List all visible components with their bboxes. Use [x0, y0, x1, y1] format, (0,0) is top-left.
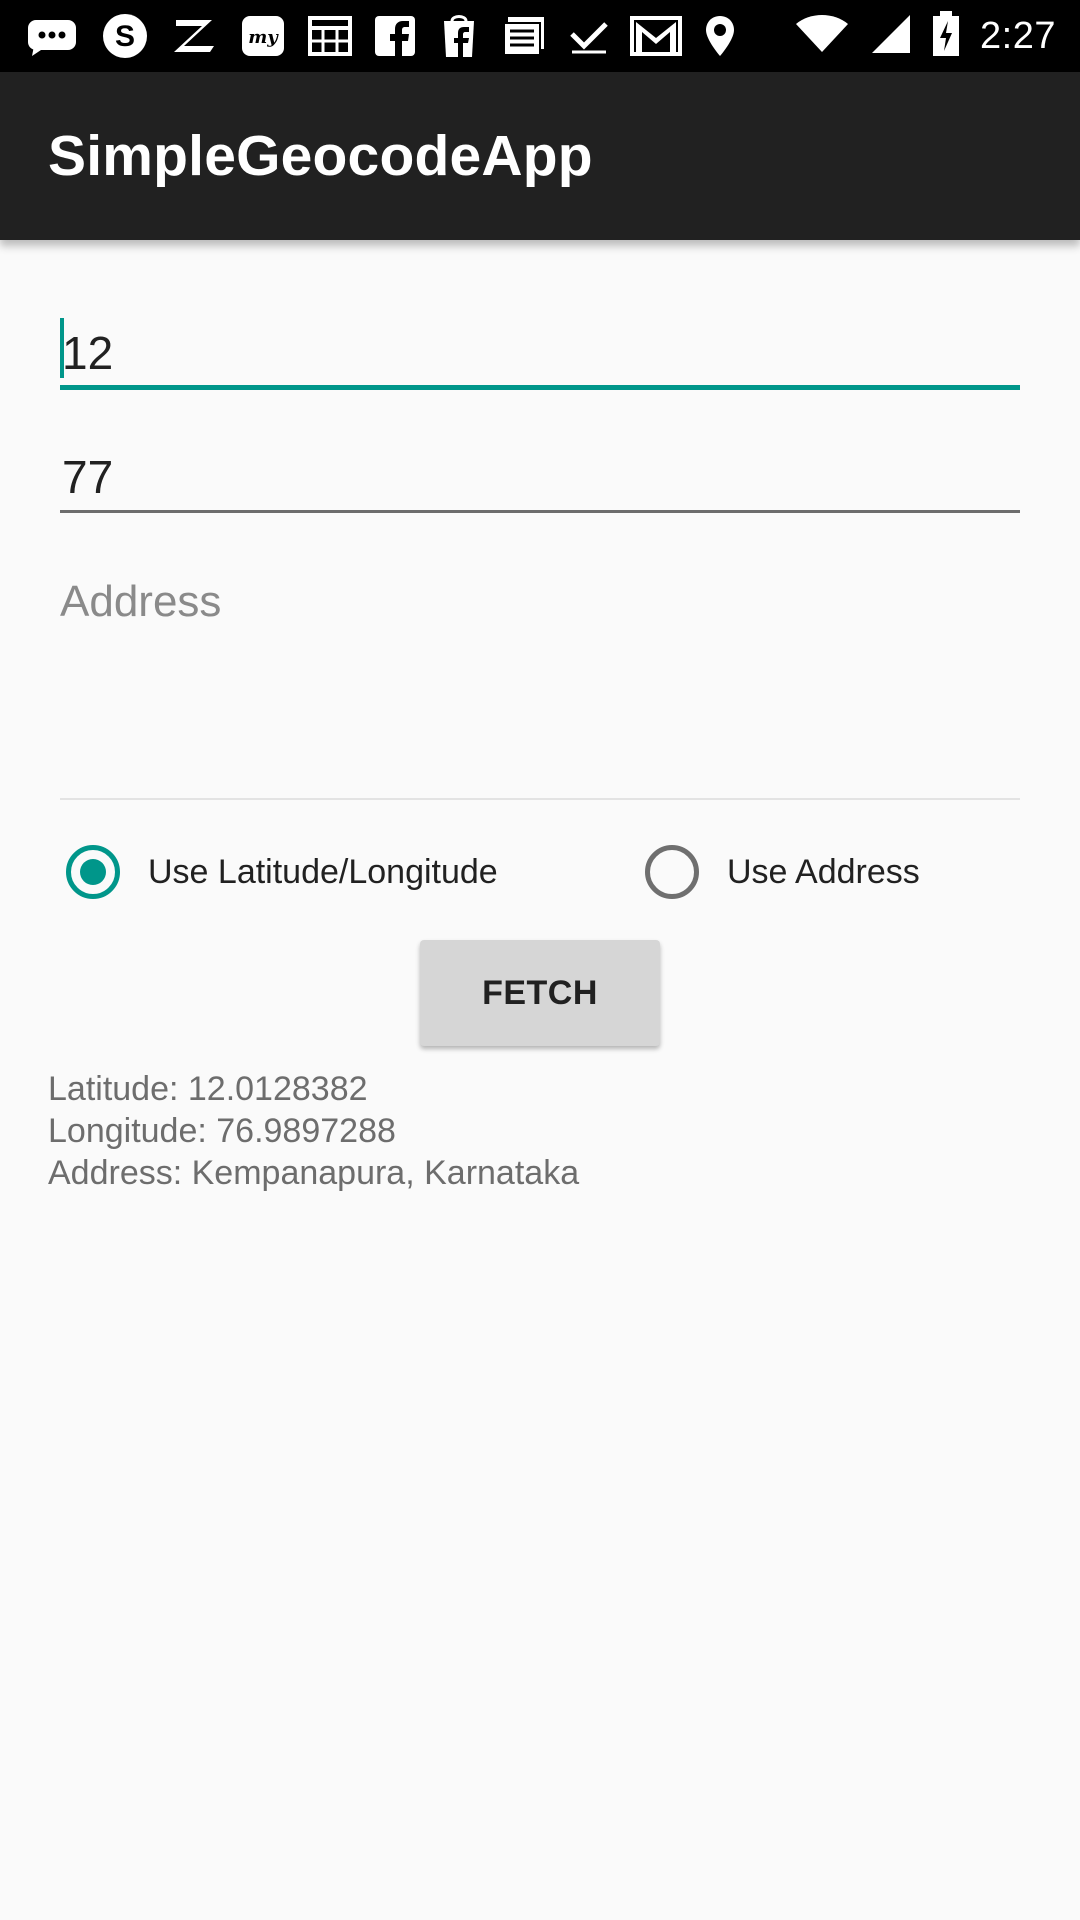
mytoys-icon: my — [240, 14, 286, 58]
app-title: SimpleGeocodeApp — [48, 124, 593, 188]
status-time: 2:27 — [980, 14, 1056, 57]
radio-latlng-label: Use Latitude/Longitude — [148, 852, 498, 891]
signal-icon — [870, 13, 912, 60]
result-address: Address: Kempanapura, Karnataka — [48, 1154, 580, 1192]
radio-use-address[interactable]: Use Address — [645, 840, 920, 904]
latitude-input[interactable]: 12 — [60, 318, 1020, 394]
radio-unchecked-icon — [645, 845, 699, 899]
notification-icons: S my — [26, 14, 736, 58]
fetch-button[interactable]: FETCH — [420, 940, 660, 1046]
result-latitude: Latitude: 12.0128382 — [48, 1070, 368, 1108]
battery-icon — [932, 10, 960, 62]
address-underline — [60, 798, 1020, 800]
latitude-underline — [60, 385, 1020, 390]
mode-radio-group: Use Latitude/Longitude Use Address — [64, 840, 1020, 904]
radio-address-label: Use Address — [727, 852, 920, 891]
location-icon — [704, 14, 736, 58]
facebook-lite-icon — [438, 13, 480, 59]
app-bar: SimpleGeocodeApp — [0, 72, 1080, 240]
svg-text:S: S — [115, 20, 135, 53]
screen: S my 2:27 SimpleGeocodeApp 12 77 Address… — [0, 0, 1080, 1920]
tasks-icon — [568, 16, 608, 56]
messages-icon — [26, 16, 78, 56]
latitude-value: 12 — [62, 327, 114, 379]
skype-icon: S — [100, 11, 150, 61]
longitude-value: 77 — [62, 451, 114, 503]
svg-text:my: my — [248, 27, 279, 48]
wifi-icon — [794, 14, 850, 59]
longitude-underline — [60, 510, 1020, 513]
zomato-icon — [172, 16, 218, 56]
facebook-icon — [374, 15, 416, 57]
system-indicators: 2:27 — [794, 10, 1056, 60]
status-bar: S my 2:27 — [0, 0, 1080, 72]
gmail-icon — [630, 16, 682, 56]
longitude-input[interactable]: 77 — [60, 448, 1020, 516]
result-text: Latitude: 12.0128382 Longitude: 76.98972… — [48, 1068, 579, 1194]
radio-use-latlng[interactable]: Use Latitude/Longitude — [66, 840, 498, 904]
address-placeholder: Address — [60, 577, 222, 626]
address-input[interactable]: Address — [60, 576, 1020, 802]
result-longitude: Longitude: 76.9897288 — [48, 1112, 396, 1150]
calendar-icon — [308, 14, 352, 58]
radio-checked-icon — [66, 845, 120, 899]
news-icon — [502, 15, 546, 57]
